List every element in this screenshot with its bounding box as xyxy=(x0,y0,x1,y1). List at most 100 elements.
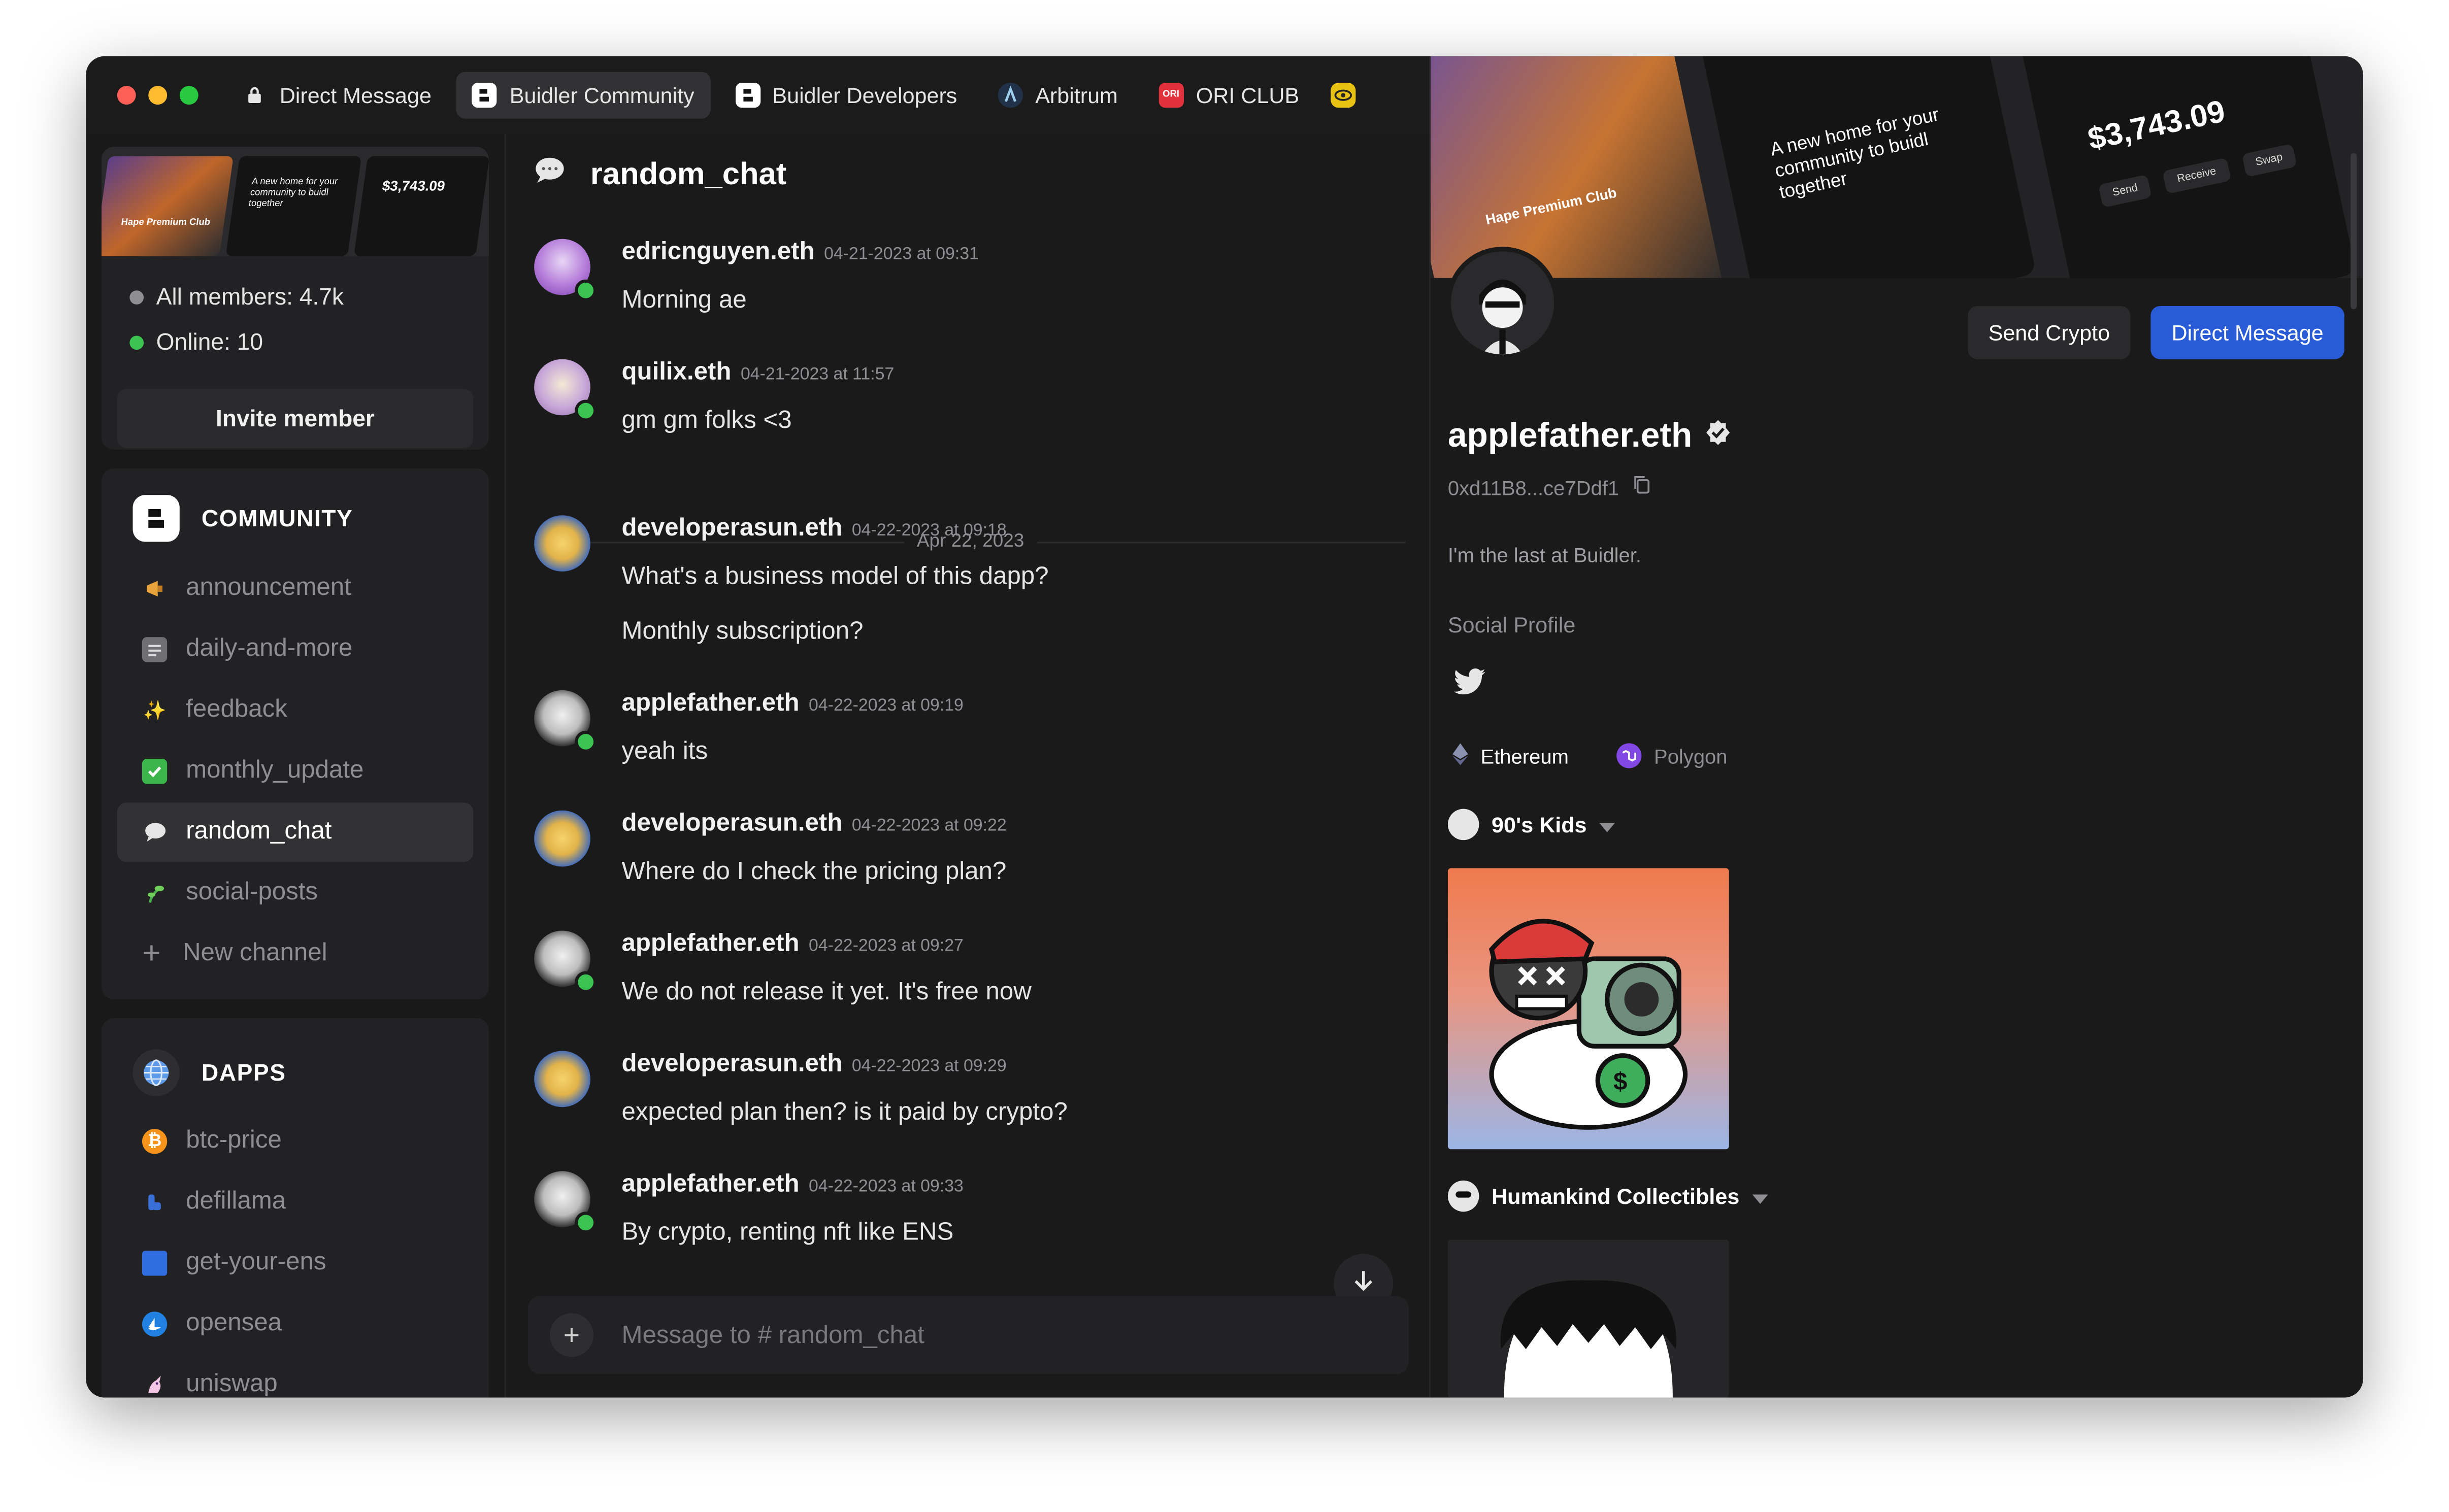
channel-announcement[interactable]: announcement xyxy=(117,559,473,618)
cover-tagline-card: A new home for your community to buidl t… xyxy=(1699,56,2037,278)
message-author[interactable]: developerasun.eth 04-22-2023 at 09:29 xyxy=(621,1051,1006,1079)
title-bar: Direct Message Buidler Community Buidler… xyxy=(86,56,1429,135)
avatar[interactable] xyxy=(534,810,590,867)
cover-price-text: $3,743.09 xyxy=(2085,94,2229,157)
nft-image-humankind[interactable] xyxy=(1447,1239,1729,1398)
message-timestamp: 04-21-2023 at 09:31 xyxy=(824,245,979,264)
dapps-section-header[interactable]: DAPPS xyxy=(133,1049,286,1096)
cover-wallet-card: $3,743.09 Send Receive Swap xyxy=(2020,56,2357,278)
tab-buidler-community[interactable]: Buidler Community xyxy=(456,72,710,119)
arbitrum-logo-icon xyxy=(998,83,1023,108)
message-item: quilix.eth 04-21-2023 at 11:57 gm gm folk… xyxy=(534,359,1409,453)
direct-message-button[interactable]: Direct Message xyxy=(2150,306,2344,359)
cover-send-chip: Send xyxy=(2098,174,2153,208)
message-text: yeah its xyxy=(621,738,708,765)
profile-name: applefather.eth xyxy=(1448,415,1733,456)
community-overview-card: Hape Premium Club A new home for your co… xyxy=(101,147,489,450)
minimize-window-button[interactable] xyxy=(148,86,168,105)
cover-tagline-text: A new home for your community to buidl t… xyxy=(1768,103,1941,204)
chat-panel: random_chat edricnguyen.eth 04-21-2023 at… xyxy=(504,134,1431,1398)
speech-bubble-icon xyxy=(142,820,167,845)
close-window-button[interactable] xyxy=(117,86,136,105)
dapp-uniswap[interactable]: uniswap xyxy=(117,1355,473,1397)
channel-random-chat[interactable]: random_chat xyxy=(117,802,474,862)
online-stat: Online: 10 xyxy=(129,329,263,356)
online-status-dot xyxy=(575,279,597,301)
opensea-icon xyxy=(142,1312,168,1337)
message-timestamp: 04-22-2023 at 09:19 xyxy=(809,696,964,716)
dapp-defillama[interactable]: defillama xyxy=(117,1172,473,1232)
collection-humankind[interactable]: Humankind Collectibles xyxy=(1447,1180,1768,1212)
message-author[interactable]: developerasun.eth 04-22-2023 at 09:22 xyxy=(621,811,1006,838)
profile-bio: I'm the last at Buidler. xyxy=(1447,543,1642,567)
channel-daily-and-more[interactable]: daily-and-more xyxy=(117,620,473,679)
tab-direct-message[interactable]: Direct Message xyxy=(226,72,447,119)
dapp-opensea[interactable]: opensea xyxy=(117,1294,473,1354)
message-text: By crypto, renting nft like ENS xyxy=(621,1219,954,1247)
banner-hape-club-card: Hape Premium Club xyxy=(101,156,234,256)
chain-tab-ethereum[interactable]: Ethereum xyxy=(1452,743,1569,769)
tab-arbitrum[interactable]: Arbitrum xyxy=(982,72,1134,119)
cover-wallet-actions: Send Receive Swap xyxy=(2098,143,2298,208)
blue-square-icon xyxy=(142,1251,168,1276)
plus-icon: + xyxy=(142,936,161,971)
copy-icon[interactable] xyxy=(1632,475,1650,499)
community-section-header[interactable]: COMMUNITY xyxy=(133,495,353,542)
ethereum-icon xyxy=(1452,743,1468,769)
message-composer: + xyxy=(527,1296,1409,1377)
message-text: gm gm folks <3 xyxy=(621,407,792,434)
new-channel-button[interactable]: + New channel xyxy=(117,924,473,984)
message-author[interactable]: applefather.eth 04-22-2023 at 09:19 xyxy=(621,690,963,718)
dapp-get-your-ens[interactable]: get-your-ens xyxy=(117,1233,473,1293)
community-channels-card: COMMUNITY announcement daily-and-more ✨ xyxy=(101,468,489,999)
nft-image-90s-kids[interactable]: $ xyxy=(1447,868,1729,1150)
message-item: developerasun.eth 04-22-2023 at 09:22 Whe… xyxy=(534,810,1409,904)
message-author[interactable]: edricnguyen.eth 04-21-2023 at 09:31 xyxy=(621,239,979,267)
message-item: applefather.eth 04-22-2023 at 09:19 yeah … xyxy=(534,690,1409,784)
buidler-logo-icon xyxy=(735,83,760,108)
message-author[interactable]: quilix.eth 04-21-2023 at 11:57 xyxy=(621,359,894,387)
profile-scrollbar[interactable] xyxy=(2351,153,2357,310)
online-status-dot xyxy=(575,971,597,993)
message-author[interactable]: applefather.eth 04-22-2023 at 09:33 xyxy=(621,1171,963,1199)
invite-member-button[interactable]: Invite member xyxy=(117,389,474,448)
channel-monthly-update[interactable]: monthly_update xyxy=(117,742,473,801)
send-crypto-button[interactable]: Send Crypto xyxy=(1968,306,2131,359)
message-text: We do not release it yet. It's free now xyxy=(621,979,1032,1006)
message-author[interactable]: applefather.eth 04-22-2023 at 09:27 xyxy=(621,931,963,959)
app-window: Direct Message Buidler Community Buidler… xyxy=(86,56,2363,1398)
all-members-stat: All members: 4.7k xyxy=(129,284,344,311)
cover-swap-chip: Swap xyxy=(2241,143,2298,178)
sparkles-icon: ✨ xyxy=(143,699,167,722)
message-input[interactable] xyxy=(618,1296,1375,1377)
twitter-icon[interactable] xyxy=(1452,668,1487,704)
polygon-icon xyxy=(1616,743,1642,768)
lock-icon xyxy=(242,83,267,108)
newspaper-icon xyxy=(142,637,168,662)
tab-more-community[interactable] xyxy=(1324,72,1362,119)
tab-ori-club[interactable]: ORI ORI CLUB xyxy=(1143,72,1315,119)
dapp-btc-price[interactable]: ₿ btc-price xyxy=(117,1112,473,1171)
zoom-window-button[interactable] xyxy=(179,86,198,105)
attach-plus-button[interactable]: + xyxy=(549,1313,594,1357)
banner-tagline-card: A new home for your community to buidl t… xyxy=(225,156,362,256)
message-author[interactable]: developerasun.eth 04-22-2023 at 09:18 xyxy=(621,515,1006,543)
ori-club-logo-icon: ORI xyxy=(1158,83,1184,108)
avatar[interactable] xyxy=(534,515,590,572)
online-status-dot xyxy=(575,1212,597,1234)
profile-cover: Hape Premium Club A new home for your co… xyxy=(1431,56,2363,278)
profile-avatar[interactable] xyxy=(1446,247,1559,359)
chain-tab-polygon[interactable]: Polygon xyxy=(1616,743,1728,768)
channel-feedback[interactable]: ✨ feedback xyxy=(117,681,473,740)
avatar[interactable] xyxy=(534,1051,590,1107)
globe-icon xyxy=(133,1049,180,1096)
channel-social-posts[interactable]: social-posts xyxy=(117,863,473,923)
collection-90s-kids[interactable]: 90's Kids xyxy=(1447,809,1615,841)
tab-buidler-developers[interactable]: Buidler Developers xyxy=(719,72,973,119)
check-box-icon xyxy=(142,759,168,784)
banner-club-text: Hape Premium Club xyxy=(120,218,211,228)
svg-text:$: $ xyxy=(1613,1067,1627,1095)
message-text: expected plan then? is it paid by crypto… xyxy=(621,1099,1068,1126)
collection-logo-icon xyxy=(1447,809,1479,841)
wallet-address: 0xd11B8...ce7Ddf1 xyxy=(1448,475,1650,499)
